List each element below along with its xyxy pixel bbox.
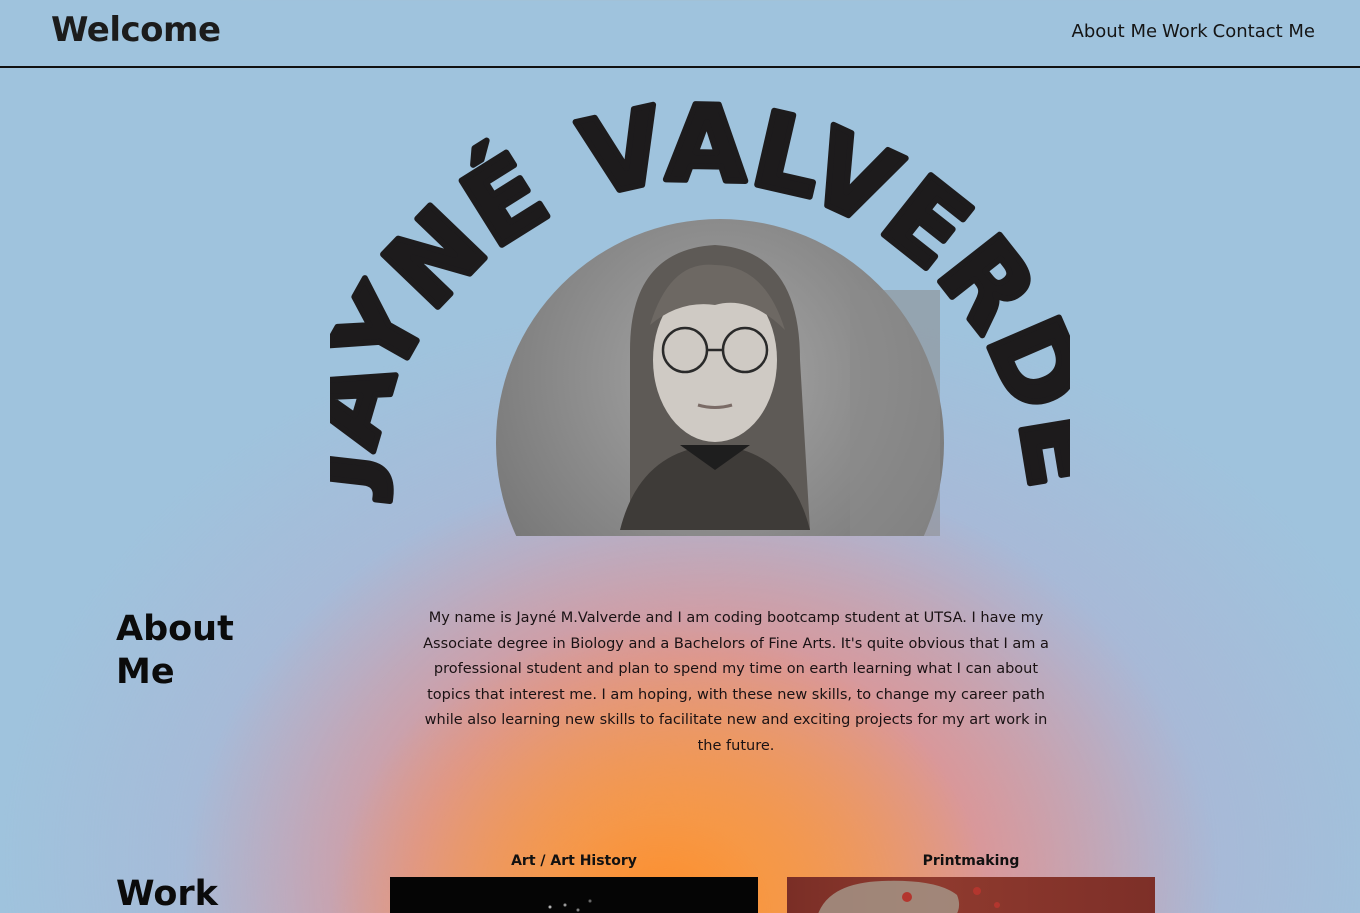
nav-links: About Me Work Contact Me xyxy=(1072,21,1316,42)
work-card-art-history[interactable]: Art / Art History xyxy=(390,851,758,913)
card-title[interactable]: Printmaking xyxy=(787,851,1155,877)
nav-link-work[interactable]: Work xyxy=(1162,21,1208,42)
about-heading: About Me xyxy=(116,609,234,692)
hero: JAYNÉ VALVERDE xyxy=(330,60,1070,550)
nav-link-about-me[interactable]: About Me xyxy=(1072,21,1158,42)
card-image[interactable] xyxy=(787,877,1155,913)
portrait-photo xyxy=(496,219,944,536)
work-card-printmaking[interactable]: Printmaking xyxy=(787,851,1155,913)
top-nav: Welcome About Me Work Contact Me xyxy=(0,0,1360,68)
work-heading: Work xyxy=(116,874,218,913)
card-title[interactable]: Art / Art History xyxy=(390,851,758,877)
site-title[interactable]: Welcome xyxy=(51,10,221,50)
card-image[interactable] xyxy=(390,877,758,913)
hero-graphic: JAYNÉ VALVERDE xyxy=(330,79,1070,536)
about-text: My name is Jayné M.Valverde and I am cod… xyxy=(423,610,1049,754)
print-artwork xyxy=(818,880,1000,913)
nav-link-contact-me[interactable]: Contact Me xyxy=(1213,21,1315,42)
